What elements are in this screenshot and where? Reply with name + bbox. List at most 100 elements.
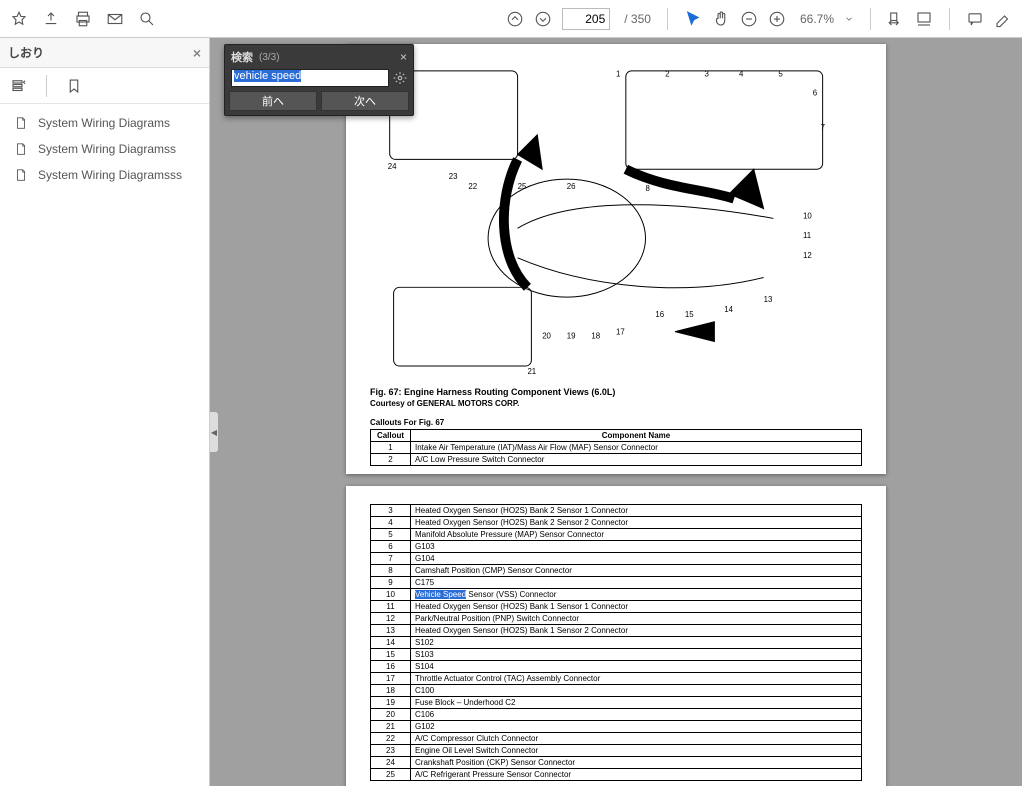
top-toolbar: / 350 66.7%: [0, 0, 1022, 38]
find-title: 検索: [231, 49, 253, 65]
table-row: 3Heated Oxygen Sensor (HO2S) Bank 2 Sens…: [371, 505, 862, 517]
callout-number: 15: [371, 649, 411, 661]
table-header-callout: Callout: [371, 429, 411, 441]
comment-icon[interactable]: [966, 10, 984, 28]
page-number-input[interactable]: [562, 8, 610, 30]
search-icon[interactable]: [138, 10, 156, 28]
upload-icon[interactable]: [42, 10, 60, 28]
callout-number: 8: [371, 565, 411, 577]
highlight-icon[interactable]: [994, 10, 1012, 28]
cursor-icon[interactable]: [684, 10, 702, 28]
svg-text:23: 23: [449, 172, 458, 181]
component-name: Heated Oxygen Sensor (HO2S) Bank 1 Senso…: [411, 625, 862, 637]
component-name: G104: [411, 553, 862, 565]
component-name: A/C Low Pressure Switch Connector: [411, 453, 862, 465]
svg-text:22: 22: [468, 182, 477, 191]
document-viewport[interactable]: ◀ 検索 (3/3) × vehicle speed 前へ 次へ: [210, 38, 1022, 786]
component-name: Heated Oxygen Sensor (HO2S) Bank 1 Senso…: [411, 601, 862, 613]
svg-text:8: 8: [646, 184, 651, 193]
table-row: 22A/C Compressor Clutch Connector: [371, 733, 862, 745]
collapse-sidebar-handle[interactable]: ◀: [210, 412, 218, 452]
component-name: Intake Air Temperature (IAT)/Mass Air Fl…: [411, 441, 862, 453]
component-name: Throttle Actuator Control (TAC) Assembly…: [411, 673, 862, 685]
component-name: Vehicle Speed Sensor (VSS) Connector: [411, 589, 862, 601]
table-row: 18C100: [371, 685, 862, 697]
table-row: 8Camshaft Position (CMP) Sensor Connecto…: [371, 565, 862, 577]
callout-number: 16: [371, 661, 411, 673]
svg-text:12: 12: [803, 251, 812, 260]
callout-number: 14: [371, 637, 411, 649]
callout-number: 19: [371, 697, 411, 709]
bookmark-ribbon-icon[interactable]: [65, 77, 83, 95]
svg-text:2: 2: [665, 70, 669, 79]
svg-text:13: 13: [764, 295, 773, 304]
callout-number: 20: [371, 709, 411, 721]
find-input[interactable]: vehicle speed: [231, 69, 389, 87]
email-icon[interactable]: [106, 10, 124, 28]
sidebar-item[interactable]: System Wiring Diagramsss: [0, 162, 209, 188]
svg-text:5: 5: [778, 70, 783, 79]
component-name: A/C Compressor Clutch Connector: [411, 733, 862, 745]
fit-width-icon[interactable]: [887, 10, 905, 28]
sidebar-item[interactable]: System Wiring Diagrams: [0, 110, 209, 136]
fit-page-icon[interactable]: [915, 10, 933, 28]
page-total-label: / 350: [624, 12, 651, 26]
bookmarks-sidebar: しおり × System Wiring Diagrams System Wiri…: [0, 38, 210, 786]
sidebar-header: しおり ×: [0, 38, 209, 68]
engine-diagram: 2423 1234567 22252689 101112 13141516 17…: [370, 60, 862, 377]
svg-text:25: 25: [518, 182, 527, 191]
figure-title: Fig. 67: Engine Harness Routing Componen…: [370, 387, 862, 397]
page-down-icon[interactable]: [534, 10, 552, 28]
table-row: 19Fuse Block – Underhood C2: [371, 697, 862, 709]
bookmark-icon[interactable]: [10, 10, 28, 28]
svg-text:6: 6: [813, 88, 818, 97]
zoom-in-icon[interactable]: [768, 10, 786, 28]
chevron-down-icon[interactable]: [844, 10, 854, 28]
table-row: 20C106: [371, 709, 862, 721]
sidebar-item-label: System Wiring Diagrams: [38, 116, 170, 130]
component-name: Manifold Absolute Pressure (MAP) Sensor …: [411, 529, 862, 541]
find-next-button[interactable]: 次へ: [321, 91, 409, 111]
zoom-out-icon[interactable]: [740, 10, 758, 28]
table-row: 2A/C Low Pressure Switch Connector: [371, 453, 862, 465]
table-row: 9C175: [371, 577, 862, 589]
pdf-page: 2423 1234567 22252689 101112 13141516 17…: [346, 44, 886, 474]
sidebar-item-label: System Wiring Diagramsss: [38, 168, 182, 182]
page-up-icon[interactable]: [506, 10, 524, 28]
component-name: C106: [411, 709, 862, 721]
table-row: 1Intake Air Temperature (IAT)/Mass Air F…: [371, 441, 862, 453]
component-name: S104: [411, 661, 862, 673]
list-options-icon[interactable]: [10, 77, 28, 95]
close-icon[interactable]: ×: [193, 45, 201, 61]
hand-icon[interactable]: [712, 10, 730, 28]
table-row: 14S102: [371, 637, 862, 649]
close-icon[interactable]: ×: [400, 50, 407, 64]
callout-number: 12: [371, 613, 411, 625]
search-highlight: Vehicle Speed: [415, 590, 466, 599]
svg-text:7: 7: [821, 123, 825, 132]
bookmark-list: System Wiring Diagrams System Wiring Dia…: [0, 104, 209, 194]
gear-icon[interactable]: [393, 71, 407, 85]
svg-text:11: 11: [803, 231, 811, 240]
table-row: 6G103: [371, 541, 862, 553]
callouts-title: Callouts For Fig. 67: [370, 418, 862, 427]
callout-number: 17: [371, 673, 411, 685]
component-name: A/C Refrigerant Pressure Sensor Connecto…: [411, 769, 862, 781]
svg-text:16: 16: [655, 310, 664, 319]
sidebar-item[interactable]: System Wiring Diagramss: [0, 136, 209, 162]
component-name: Fuse Block – Underhood C2: [411, 697, 862, 709]
svg-text:26: 26: [567, 182, 576, 191]
svg-text:24: 24: [388, 162, 397, 171]
callout-number: 4: [371, 517, 411, 529]
table-row: 25A/C Refrigerant Pressure Sensor Connec…: [371, 769, 862, 781]
table-row: 12Park/Neutral Position (PNP) Switch Con…: [371, 613, 862, 625]
callout-number: 25: [371, 769, 411, 781]
callout-number: 1: [371, 441, 411, 453]
table-row: 11Heated Oxygen Sensor (HO2S) Bank 1 Sen…: [371, 601, 862, 613]
sidebar-title: しおり: [8, 44, 44, 61]
find-prev-button[interactable]: 前へ: [229, 91, 317, 111]
callout-number: 24: [371, 757, 411, 769]
print-icon[interactable]: [74, 10, 92, 28]
component-name: Heated Oxygen Sensor (HO2S) Bank 2 Senso…: [411, 517, 862, 529]
table-row: 23Engine Oil Level Switch Connector: [371, 745, 862, 757]
